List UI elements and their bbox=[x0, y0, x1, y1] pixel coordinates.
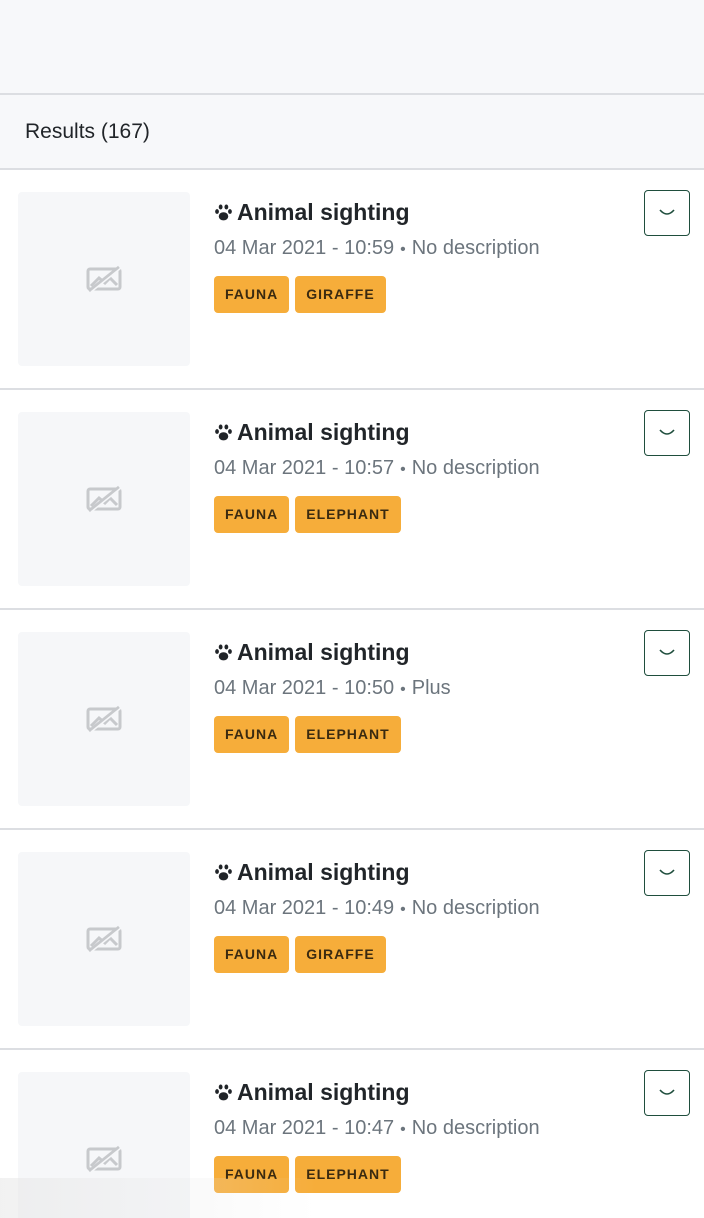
paw-icon bbox=[214, 1083, 233, 1102]
result-meta: 04 Mar 2021 - 10:59 • No description bbox=[214, 237, 624, 260]
tag-badge: ELEPHANT bbox=[295, 1156, 401, 1193]
chevron-down-icon bbox=[659, 1089, 675, 1097]
result-description: No description bbox=[411, 1117, 540, 1139]
tag-list: FAUNA ELEPHANT bbox=[214, 716, 624, 753]
result-datetime: 04 Mar 2021 - 10:47 bbox=[214, 1117, 395, 1139]
result-datetime: 04 Mar 2021 - 10:59 bbox=[214, 237, 395, 259]
chevron-down-icon bbox=[659, 209, 675, 217]
result-list: Animal sighting 04 Mar 2021 - 10:59 • No d… bbox=[0, 170, 704, 1218]
result-item[interactable]: Animal sighting 04 Mar 2021 - 10:49 • No d… bbox=[0, 830, 704, 1050]
tag-list: FAUNA GIRAFFE bbox=[214, 936, 624, 973]
result-description: Plus bbox=[411, 677, 451, 699]
result-datetime: 04 Mar 2021 - 10:49 bbox=[214, 897, 395, 919]
tag-badge: ELEPHANT bbox=[295, 716, 401, 753]
result-meta: 04 Mar 2021 - 10:57 • No description bbox=[214, 457, 624, 480]
results-header: Results (167) bbox=[0, 95, 704, 170]
tag-list: FAUNA ELEPHANT bbox=[214, 496, 624, 533]
result-datetime: 04 Mar 2021 - 10:57 bbox=[214, 457, 395, 479]
expand-toggle-button[interactable] bbox=[644, 410, 690, 456]
result-description: No description bbox=[411, 237, 540, 259]
result-title-row[interactable]: Animal sighting bbox=[214, 198, 624, 226]
thumbnail-placeholder[interactable] bbox=[18, 1072, 190, 1218]
thumbnail-placeholder[interactable] bbox=[18, 632, 190, 806]
expand-toggle-button[interactable] bbox=[644, 630, 690, 676]
image-off-icon bbox=[86, 265, 122, 293]
image-off-icon bbox=[86, 1145, 122, 1173]
tag-list: FAUNA GIRAFFE bbox=[214, 276, 624, 313]
tag-badge: GIRAFFE bbox=[295, 936, 386, 973]
tag-badge: FAUNA bbox=[214, 276, 290, 313]
tag-badge: GIRAFFE bbox=[295, 276, 386, 313]
meta-separator: • bbox=[400, 681, 406, 698]
result-item[interactable]: Animal sighting 04 Mar 2021 - 10:59 • No d… bbox=[0, 170, 704, 390]
result-info: Animal sighting 04 Mar 2021 - 10:50 • Plus… bbox=[214, 638, 624, 753]
meta-separator: • bbox=[400, 241, 406, 258]
result-title: Animal sighting bbox=[237, 198, 410, 225]
meta-separator: • bbox=[400, 901, 406, 918]
chevron-down-icon bbox=[659, 869, 675, 877]
chevron-down-icon bbox=[659, 649, 675, 657]
result-title: Animal sighting bbox=[237, 638, 410, 665]
result-meta: 04 Mar 2021 - 10:50 • Plus bbox=[214, 677, 624, 700]
result-item[interactable]: Animal sighting 04 Mar 2021 - 10:50 • Plus… bbox=[0, 610, 704, 830]
paw-icon bbox=[214, 863, 233, 882]
tag-badge: FAUNA bbox=[214, 936, 290, 973]
result-title: Animal sighting bbox=[237, 858, 410, 885]
chevron-down-icon bbox=[659, 429, 675, 437]
result-item[interactable]: Animal sighting 04 Mar 2021 - 10:57 • No d… bbox=[0, 390, 704, 610]
expand-toggle-button[interactable] bbox=[644, 1070, 690, 1116]
result-item[interactable]: Animal sighting 04 Mar 2021 - 10:47 • No d… bbox=[0, 1050, 704, 1218]
paw-icon bbox=[214, 203, 233, 222]
tag-badge: FAUNA bbox=[214, 1156, 290, 1193]
result-title: Animal sighting bbox=[237, 1078, 410, 1105]
paw-icon bbox=[214, 643, 233, 662]
result-info: Animal sighting 04 Mar 2021 - 10:59 • No d… bbox=[214, 198, 624, 313]
result-title-row[interactable]: Animal sighting bbox=[214, 638, 624, 666]
tag-badge: FAUNA bbox=[214, 716, 290, 753]
result-info: Animal sighting 04 Mar 2021 - 10:57 • No d… bbox=[214, 418, 624, 533]
result-datetime: 04 Mar 2021 - 10:50 bbox=[214, 677, 395, 699]
tag-badge: FAUNA bbox=[214, 496, 290, 533]
result-description: No description bbox=[411, 457, 540, 479]
image-off-icon bbox=[86, 485, 122, 513]
result-title-row[interactable]: Animal sighting bbox=[214, 1078, 624, 1106]
image-off-icon bbox=[86, 705, 122, 733]
result-description: No description bbox=[411, 897, 540, 919]
result-title-row[interactable]: Animal sighting bbox=[214, 858, 624, 886]
thumbnail-placeholder[interactable] bbox=[18, 192, 190, 366]
result-info: Animal sighting 04 Mar 2021 - 10:47 • No d… bbox=[214, 1078, 624, 1193]
tag-badge: ELEPHANT bbox=[295, 496, 401, 533]
image-off-icon bbox=[86, 925, 122, 953]
results-count-label: Results (167) bbox=[25, 119, 150, 143]
top-toolbar-area bbox=[0, 0, 704, 95]
expand-toggle-button[interactable] bbox=[644, 850, 690, 896]
meta-separator: • bbox=[400, 1121, 406, 1138]
result-info: Animal sighting 04 Mar 2021 - 10:49 • No d… bbox=[214, 858, 624, 973]
thumbnail-placeholder[interactable] bbox=[18, 852, 190, 1026]
meta-separator: • bbox=[400, 461, 406, 478]
expand-toggle-button[interactable] bbox=[644, 190, 690, 236]
result-title: Animal sighting bbox=[237, 418, 410, 445]
thumbnail-placeholder[interactable] bbox=[18, 412, 190, 586]
paw-icon bbox=[214, 423, 233, 442]
result-meta: 04 Mar 2021 - 10:47 • No description bbox=[214, 1117, 624, 1140]
result-meta: 04 Mar 2021 - 10:49 • No description bbox=[214, 897, 624, 920]
result-title-row[interactable]: Animal sighting bbox=[214, 418, 624, 446]
tag-list: FAUNA ELEPHANT bbox=[214, 1156, 624, 1193]
